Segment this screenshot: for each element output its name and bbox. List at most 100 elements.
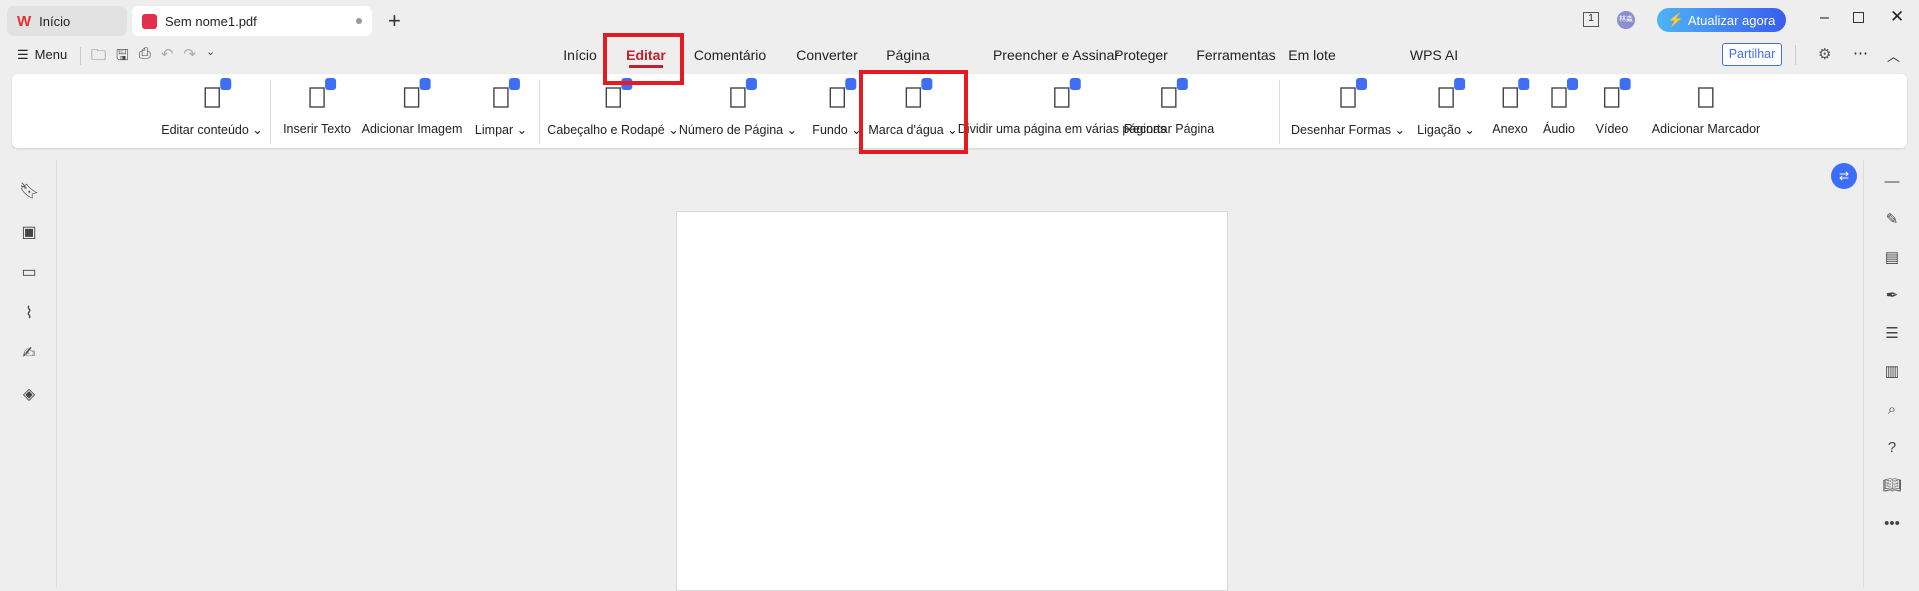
save-icon[interactable]: 🖫 [116,45,129,70]
new-tab-button[interactable]: + [388,8,401,34]
help-icon[interactable]: ? [1882,429,1902,467]
tool-label: Áudio [1543,122,1575,136]
print-icon[interactable]: ⎙ [139,45,151,70]
tool-label: Limpar ⌄ [474,123,528,137]
tool-2[interactable]: Inserir Texto [283,78,351,136]
tab-preencher-e-assinar[interactable]: Preencher e Assinar [993,47,1119,63]
search-icon[interactable]: ⌕ [1882,391,1902,429]
pdf-page[interactable] [676,211,1228,591]
document-properties-icon[interactable]: ▤ [1882,239,1902,277]
tool-16[interactable]: Adicionar Marcador [1652,84,1760,136]
highlight-editar-tab [603,33,684,85]
tool-6[interactable]: Número de Página ⌄ [679,78,797,137]
tool-icon [304,78,336,110]
comment-icon[interactable]: ▭ [19,253,39,294]
update-button[interactable]: ⚡ Atualizar agora [1657,8,1786,32]
tool-label: Fundo ⌄ [812,123,862,137]
ai-badge-icon [420,78,431,90]
thumbnail-icon[interactable]: ▣ [19,213,39,254]
tab-início[interactable]: Início [563,47,596,63]
translate-float-button[interactable]: ⇄ [1831,163,1857,189]
tool-icon [1156,78,1188,110]
undo-icon[interactable]: ↶ [161,45,174,70]
settings-icon[interactable]: ⚙ [1818,45,1831,63]
ai-badge-icon [1566,78,1578,90]
bookmark-icon[interactable]: 🔖︎ [19,172,39,213]
tab-página[interactable]: Página [886,47,930,63]
tool-label: Inserir Texto [283,122,351,136]
collapse-ribbon-icon[interactable]: ︿ [1887,46,1900,65]
tool-label: Vídeo [1595,122,1629,136]
tool-label: Editar conteúdo ⌄ [161,123,263,137]
tab-label: Início [39,13,71,29]
ai-badge-icon [1517,78,1529,90]
ai-badge-icon [1070,78,1081,90]
tool-11[interactable]: Desenhar Formas ⌄ [1291,78,1405,137]
tool-icon [1335,78,1367,110]
ai-badge-icon [509,78,520,90]
divider [80,47,81,65]
tab-em-lote[interactable]: Em lote [1288,47,1335,63]
ai-badge-icon [1619,78,1631,90]
tool-label: Desenhar Formas ⌄ [1291,123,1405,137]
tool-label: Adicionar Marcador [1651,122,1761,136]
hamburger-icon: ☰ [17,47,29,62]
tool-5[interactable]: Cabeçalho e Rodapé ⌄ [547,78,679,137]
more-options-icon[interactable]: ••• [1882,505,1902,543]
minimize-button[interactable]: – [1820,9,1829,27]
outline-icon[interactable]: ☰ [1882,315,1902,353]
pdf-icon [142,13,157,29]
more-icon[interactable]: ⋯ [1853,44,1868,62]
tab-comentário[interactable]: Comentário [694,47,766,63]
tool-15[interactable]: Vídeo [1595,78,1631,136]
tool-icon [725,78,757,110]
sign-icon[interactable]: ✒ [1882,277,1902,315]
tool-3[interactable]: Adicionar Imagem [361,78,463,136]
page-count-icon[interactable]: 1 [1583,12,1599,27]
redo-icon[interactable]: ↷ [183,45,196,70]
layers-icon[interactable]: ◈ [19,375,39,416]
edit-icon[interactable]: ✎ [1882,201,1902,239]
ai-badge-icon [844,78,856,90]
tool-icon [199,78,231,110]
tool-icon [1693,84,1719,110]
tool-4[interactable]: Limpar ⌄ [474,78,528,137]
open-icon[interactable]: 🗀 [91,45,106,70]
read-mode-icon[interactable]: 📖︎ [1882,467,1902,505]
tool-icon [1497,78,1529,110]
ai-badge-icon [1453,78,1465,90]
tool-icon [824,78,856,110]
lightning-icon: ⚡ [1667,12,1684,27]
tool-12[interactable]: Ligação ⌄ [1417,78,1475,137]
tab-label: Sem nome1.pdf [165,13,257,29]
tool-label: Ligação ⌄ [1417,123,1475,137]
tool-14[interactable]: Áudio [1543,78,1578,136]
share-button[interactable]: Partilhar [1722,43,1782,66]
minimize-panel-icon[interactable]: — [1882,163,1902,201]
tab-proteger[interactable]: Proteger [1114,47,1168,63]
tab-document[interactable]: Sem nome1.pdf [132,6,372,36]
tab-wps-ai[interactable]: WPS AI [1388,47,1458,63]
tool-label: Adicionar Imagem [361,122,463,136]
ai-badge-icon [1176,78,1188,90]
tool-7[interactable]: Fundo ⌄ [812,78,862,137]
tool-13[interactable]: Anexo [1492,78,1529,136]
close-button[interactable]: ✕ [1890,7,1904,27]
tool-icon [600,78,632,110]
ai-badge-icon [324,78,336,90]
attachment-icon[interactable]: ⌇ [19,294,39,335]
avatar[interactable]: 林淼 [1617,11,1635,29]
tool-label: Recortar Página [1123,122,1215,136]
tool-1[interactable]: Editar conteúdo ⌄ [161,78,263,137]
restore-button[interactable] [1853,12,1864,23]
ai-badge-icon [219,78,231,90]
tool-10[interactable]: Recortar Página [1123,78,1215,136]
tab-converter[interactable]: Converter [796,47,857,63]
menu-button[interactable]: ☰ Menu [17,47,67,63]
tab-ferramentas[interactable]: Ferramentas [1196,47,1275,63]
page-layout-icon[interactable]: ▥ [1882,353,1902,391]
tool-label: Anexo [1492,122,1528,136]
tab-home[interactable]: W Início [7,6,127,36]
chevron-down-icon[interactable]: ⌄ [206,45,215,70]
signature-icon[interactable]: ✍︎ [19,334,39,375]
